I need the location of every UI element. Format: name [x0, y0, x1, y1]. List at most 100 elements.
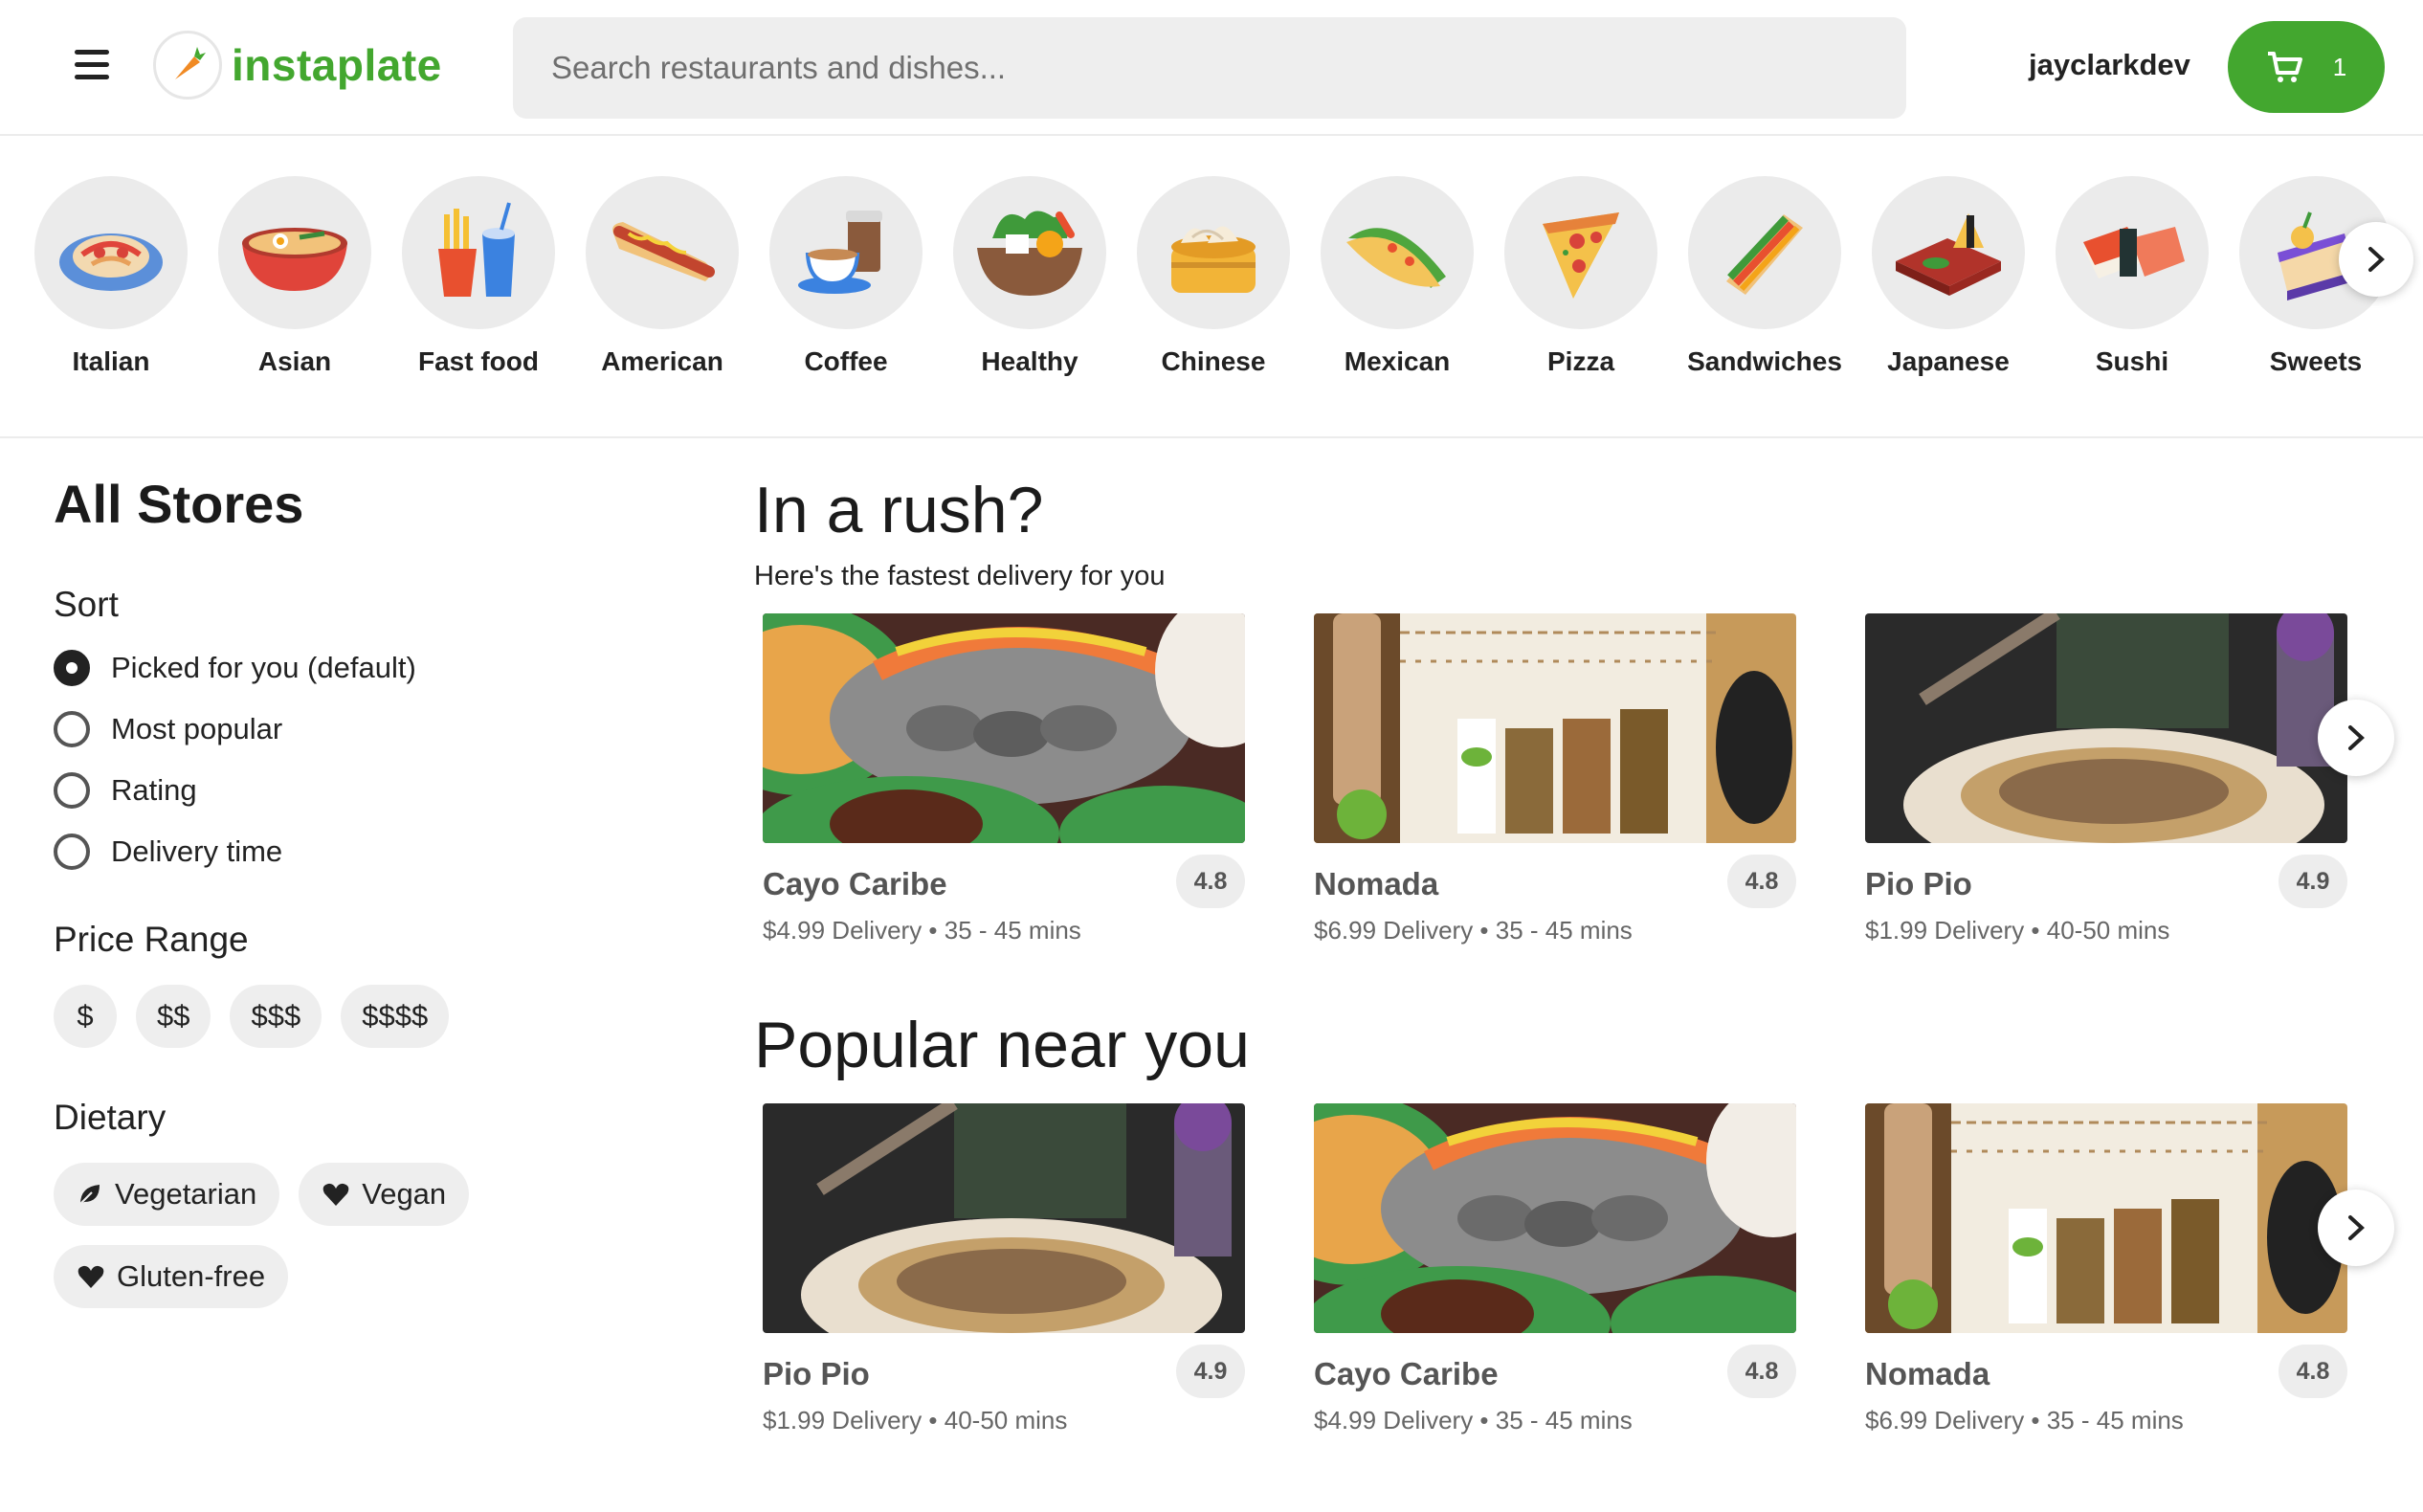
category-label: American: [601, 346, 723, 376]
store-info: Nomada $6.99 Delivery • 35 - 45 mins 4.8: [1865, 1345, 2347, 1435]
store-name: Cayo Caribe: [1314, 1356, 1499, 1391]
store-name: Pio Pio: [763, 1356, 870, 1391]
taco-icon: [1321, 176, 1474, 329]
store-image: [1865, 1103, 2347, 1333]
username[interactable]: jayclarkdev: [2029, 48, 2190, 82]
cart-icon: [2267, 52, 2302, 82]
sort-option-label: Rating: [111, 773, 197, 807]
radio-checked-icon: [54, 650, 90, 686]
logo[interactable]: instaplate: [153, 31, 442, 100]
store-image: [1865, 613, 2347, 843]
category-label: Sweets: [2269, 346, 2363, 376]
menu-icon[interactable]: [75, 50, 109, 84]
store-image: [763, 1103, 1245, 1333]
price-option-2[interactable]: $$: [136, 985, 211, 1048]
page-title: All Stores: [54, 474, 304, 534]
store-image: [1314, 1103, 1796, 1333]
cart-count: 1: [2332, 52, 2347, 81]
filter-sidebar: All Stores Sort Picked for you (default)…: [54, 473, 666, 1308]
store-delivery-info: $1.99 Delivery • 40-50 mins: [763, 1406, 1068, 1434]
dietary-vegetarian[interactable]: Vegetarian: [54, 1163, 280, 1226]
rating-badge: 4.8: [1176, 855, 1245, 908]
sandwich-icon: [1688, 176, 1841, 329]
sort-option-label: Most popular: [111, 712, 283, 745]
store-row-popular: Pio Pio $1.99 Delivery • 40-50 mins 4.9 …: [754, 1103, 2423, 1505]
carrot-logo-icon: [153, 31, 222, 100]
price-option-3[interactable]: $$$: [230, 985, 322, 1048]
store-name: Pio Pio: [1865, 866, 1972, 901]
category-label: Fast food: [418, 346, 539, 376]
dietary-label: Vegan: [362, 1177, 447, 1211]
heart-icon: [78, 1265, 104, 1288]
price-option-1[interactable]: $: [54, 985, 117, 1048]
category-italian[interactable]: Italian: [15, 176, 207, 377]
chevron-right-icon: [2348, 1215, 2365, 1240]
section-title: In a rush?: [754, 474, 1044, 546]
pasta-plate-icon: [34, 176, 188, 329]
store-delivery-info: $6.99 Delivery • 35 - 45 mins: [1865, 1406, 2184, 1434]
store-card-cayo-caribe[interactable]: Cayo Caribe $4.99 Delivery • 35 - 45 min…: [763, 613, 1245, 945]
section-title: Popular near you: [754, 1009, 1250, 1081]
hotdog-icon: [586, 176, 739, 329]
category-coffee[interactable]: Coffee: [750, 176, 942, 377]
row-next-button[interactable]: [2318, 1190, 2394, 1266]
dietary-label: Vegetarian: [115, 1177, 257, 1211]
sort-option-rating[interactable]: Rating: [54, 772, 666, 809]
category-sandwiches[interactable]: Sandwiches: [1669, 176, 1860, 377]
radio-unchecked-icon: [54, 711, 90, 747]
search-input[interactable]: [513, 17, 1906, 119]
category-american[interactable]: American: [567, 176, 758, 377]
store-info: Cayo Caribe $4.99 Delivery • 35 - 45 min…: [1314, 1345, 1796, 1435]
category-fast-food[interactable]: Fast food: [383, 176, 574, 377]
category-label: Japanese: [1887, 346, 2010, 376]
store-image: [763, 613, 1245, 843]
category-asian[interactable]: Asian: [199, 176, 390, 377]
chevron-right-icon: [2348, 725, 2365, 750]
store-card-nomada[interactable]: Nomada $6.99 Delivery • 35 - 45 mins 4.8: [1865, 1103, 2347, 1435]
dietary-gluten-free[interactable]: Gluten-free: [54, 1245, 289, 1308]
store-card-nomada[interactable]: Nomada $6.99 Delivery • 35 - 45 mins 4.8: [1314, 613, 1796, 945]
category-label: Italian: [72, 346, 150, 376]
dietary-vegan[interactable]: Vegan: [299, 1163, 470, 1226]
store-delivery-info: $4.99 Delivery • 35 - 45 mins: [1314, 1406, 1633, 1434]
dietary-label: Gluten-free: [117, 1259, 266, 1293]
store-info: Pio Pio $1.99 Delivery • 40-50 mins 4.9: [763, 1345, 1245, 1435]
store-card-pio-pio[interactable]: Pio Pio $1.99 Delivery • 40-50 mins 4.9: [1865, 613, 2347, 945]
price-option-4[interactable]: $$$$: [341, 985, 450, 1048]
store-info: Cayo Caribe $4.99 Delivery • 35 - 45 min…: [763, 855, 1245, 945]
rating-badge: 4.9: [2279, 855, 2347, 908]
sort-option-delivery-time[interactable]: Delivery time: [54, 834, 666, 870]
category-label: Asian: [257, 346, 332, 376]
coffee-cup-icon: [769, 176, 923, 329]
category-label: Sushi: [2095, 346, 2169, 376]
top-header: instaplate jayclarkdev 1: [0, 0, 2423, 136]
price-range-options: $ $$ $$$ $$$$: [54, 985, 666, 1048]
category-healthy[interactable]: Healthy: [934, 176, 1125, 377]
row-next-button[interactable]: [2318, 700, 2394, 776]
store-card-pio-pio[interactable]: Pio Pio $1.99 Delivery • 40-50 mins 4.9: [763, 1103, 1245, 1435]
dietary-options: Vegetarian Vegan Gluten-free: [54, 1163, 666, 1308]
rating-badge: 4.9: [1176, 1345, 1245, 1398]
cart-button[interactable]: 1: [2228, 21, 2385, 113]
category-label: Pizza: [1546, 346, 1615, 376]
store-sections: In a rush? Here's the fastest delivery f…: [754, 473, 2423, 1512]
store-info: Nomada $6.99 Delivery • 35 - 45 mins 4.8: [1314, 855, 1796, 945]
category-pizza[interactable]: Pizza: [1485, 176, 1677, 377]
store-info: Pio Pio $1.99 Delivery • 40-50 mins 4.9: [1865, 855, 2347, 945]
store-card-cayo-caribe[interactable]: Cayo Caribe $4.99 Delivery • 35 - 45 min…: [1314, 1103, 1796, 1435]
sort-option-popular[interactable]: Most popular: [54, 711, 666, 747]
category-japanese[interactable]: Japanese: [1853, 176, 2044, 377]
categories-next-button[interactable]: [2339, 222, 2413, 297]
category-sushi[interactable]: Sushi: [2036, 176, 2228, 377]
price-range-title: Price Range: [54, 920, 249, 959]
store-name: Nomada: [1314, 866, 1439, 901]
dumpling-basket-icon: [1137, 176, 1290, 329]
radio-unchecked-icon: [54, 772, 90, 809]
rating-badge: 4.8: [2279, 1345, 2347, 1398]
category-label: Mexican: [1344, 346, 1451, 376]
category-mexican[interactable]: Mexican: [1301, 176, 1493, 377]
sort-option-picked[interactable]: Picked for you (default): [54, 650, 666, 686]
store-name: Cayo Caribe: [763, 866, 947, 901]
fries-and-drink-icon: [402, 176, 555, 329]
category-chinese[interactable]: Chinese: [1118, 176, 1309, 377]
